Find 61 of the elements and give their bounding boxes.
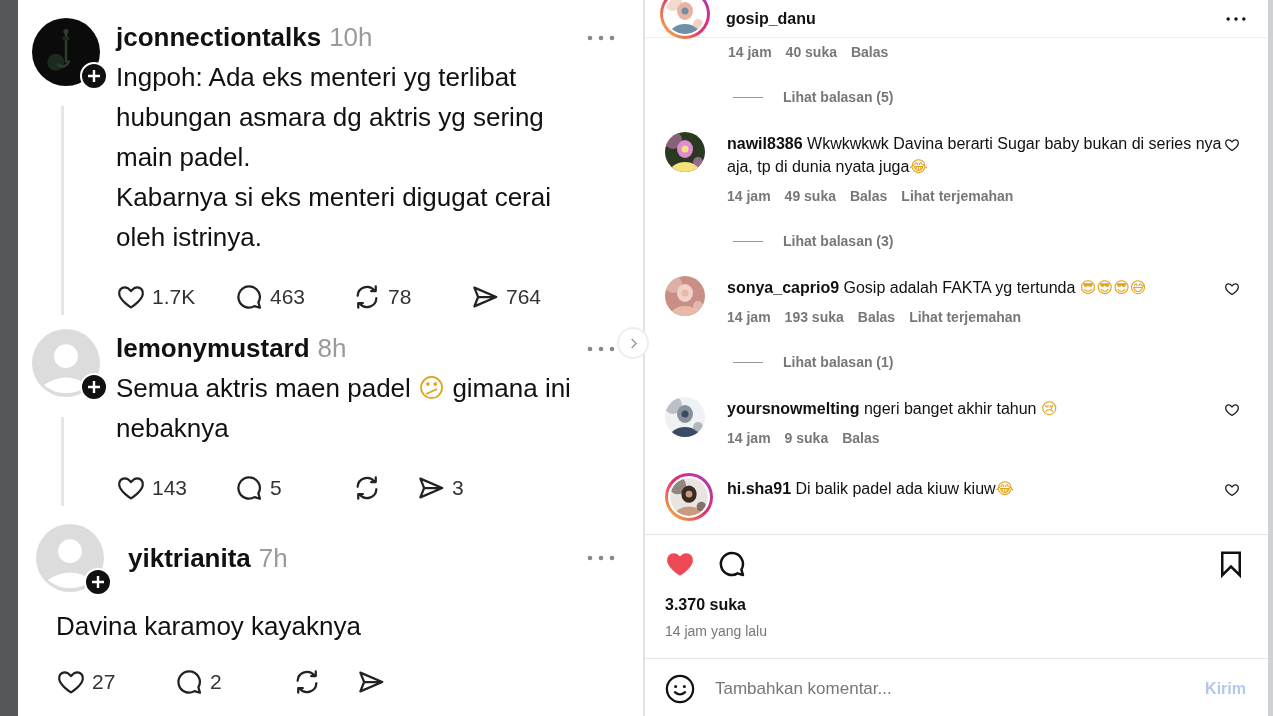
share-count: 3 [452, 475, 464, 502]
reply-count: 2 [210, 669, 222, 696]
like-heart-icon[interactable] [1224, 481, 1240, 498]
comment-icon[interactable] [234, 473, 264, 503]
like-heart-icon[interactable] [1224, 401, 1240, 418]
username[interactable]: yiktrianita [128, 538, 251, 578]
avatar-icon [36, 524, 104, 592]
repost-count: 78 [388, 284, 412, 311]
reply-count: 463 [270, 284, 306, 311]
comment-icon[interactable] [234, 282, 264, 312]
comment-time: 14 jam [727, 187, 771, 206]
reply-link[interactable]: Balas [849, 186, 888, 207]
post-time: 8h [317, 332, 347, 365]
comment-time: 14 jam [727, 308, 771, 327]
username[interactable]: lemonymustard [116, 329, 310, 368]
comment-field[interactable]: Tambahkan komentar... [713, 675, 1188, 703]
post-time: 7h [258, 541, 288, 575]
like-count: 27 [92, 669, 116, 696]
follow-plus-icon[interactable] [80, 373, 108, 401]
like-count: 143 [152, 475, 188, 502]
like-count[interactable]: 49 suka [784, 186, 836, 207]
like-count[interactable]: 193 suka [784, 307, 844, 328]
follow-plus-icon[interactable] [80, 62, 108, 90]
more-icon[interactable] [1226, 14, 1246, 23]
reply-count: 5 [270, 475, 282, 502]
like-heart-icon[interactable] [1224, 136, 1240, 153]
view-replies-link[interactable]: Lihat balasan (1) [783, 352, 894, 373]
emoji-icon[interactable] [665, 674, 695, 704]
translate-link[interactable]: Lihat terjemahan [901, 186, 1014, 207]
translate-link[interactable]: Lihat terjemahan [909, 307, 1022, 328]
post-text: Davina karamoy kayaknya [56, 610, 362, 643]
post-time: 10h [329, 21, 373, 54]
comment-icon[interactable] [174, 667, 204, 697]
post-text: Semua aktris maen padel 😕 gimana ini nebaknya [116, 372, 572, 445]
like-count[interactable]: 40 suka [785, 42, 837, 63]
comment-icon[interactable] [717, 549, 747, 579]
username[interactable]: gosip_danu [726, 6, 816, 31]
like-count[interactable]: 9 suka [784, 428, 829, 449]
chevron-right-icon [628, 336, 638, 350]
reply-link[interactable]: Balas [857, 307, 896, 328]
post-text: Ingpoh: Ada eks menteri yg terlibat hubungan asmara dg aktris yg sering main padel. [116, 61, 545, 174]
like-count: 1.7K [152, 284, 196, 311]
comment-time: 14 jam [727, 429, 771, 448]
share-count: 764 [506, 284, 542, 311]
comment-text: yoursnowmelting ngeri banget akhir tahun 😢 [727, 399, 1059, 419]
follow-plus-icon[interactable] [84, 568, 112, 596]
username[interactable]: jconnectiontalks [116, 18, 322, 57]
reply-link[interactable]: Balas [850, 42, 889, 63]
like-count[interactable]: 3.370 suka [645, 579, 1268, 617]
view-replies-link[interactable]: Lihat balasan (5) [783, 87, 894, 108]
post-text: Kabarnya si eks menteri digugat cerai oleh istrinya. [116, 181, 552, 254]
comment-text: nawil8386 Wkwkwkwk Davina berarti Sugar baby bukan di series nya aja, tp di dunia nyata juga😂 [727, 134, 1223, 177]
post-time: 14 jam yang lalu [664, 622, 768, 641]
comment-text: hi.sha91 Di balik padel ada kiuw kiuw😂 [727, 479, 1016, 499]
comment-time: 14 jam [728, 43, 772, 62]
like-heart-icon[interactable] [1224, 280, 1240, 297]
avatar-icon [32, 329, 100, 397]
story-ring[interactable] [665, 473, 713, 521]
view-replies-link[interactable]: Lihat balasan (3) [783, 231, 894, 252]
reply-link[interactable]: Balas [842, 428, 880, 449]
comment-text: sonya_caprio9 Gosip adalah FAKTA yg tertunda 😎😎😎😅 [727, 278, 1148, 298]
